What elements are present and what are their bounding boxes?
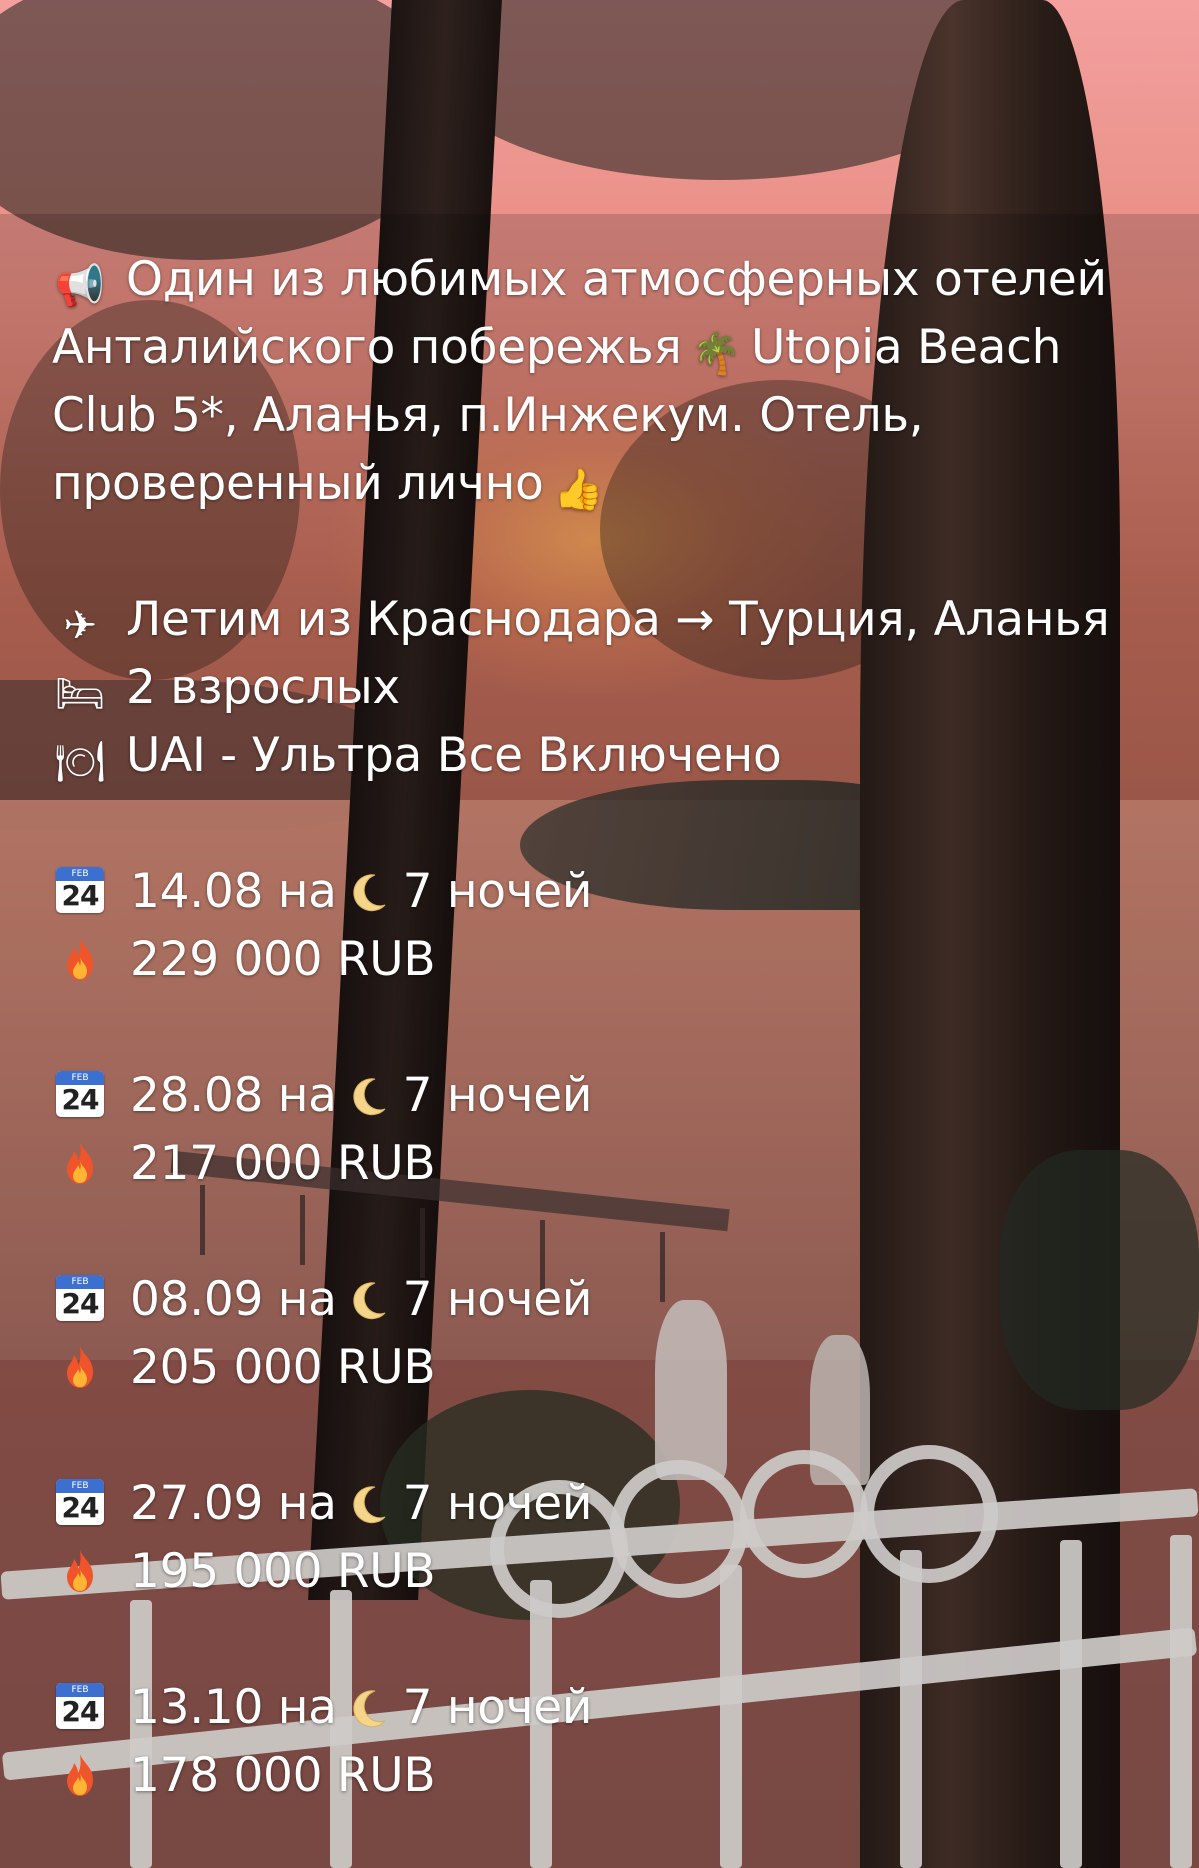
post-caption: 📢 Один из любимых атмосферных отелей Анта… bbox=[52, 246, 1162, 1810]
detail-text: 2 взрослых bbox=[126, 660, 400, 715]
fire-icon bbox=[67, 1550, 93, 1592]
offer-date-line: FEB 24 13.10 на 7 ночей bbox=[52, 1674, 1162, 1742]
offer-price-line: 178 000 RUB bbox=[52, 1742, 1162, 1810]
offer-item: FEB 24 08.09 на 7 ночей 205 000 RUB bbox=[52, 1198, 1162, 1402]
calendar-day: 24 bbox=[61, 1287, 100, 1320]
offer-date: 08.09 на bbox=[130, 1272, 337, 1327]
airplane-icon: ✈ bbox=[63, 603, 97, 649]
calendar-icon: FEB 24 bbox=[56, 1479, 104, 1525]
offer-price: 178 000 RUB bbox=[130, 1748, 436, 1803]
detail-flight: ✈ Летим из Краснодара → Турция, Аланья bbox=[52, 586, 1162, 654]
intro-text: проверенный лично bbox=[52, 456, 544, 511]
crescent-moon-icon bbox=[352, 1690, 385, 1728]
offer-nights: 7 ночей bbox=[402, 1272, 593, 1327]
offer-price: 229 000 RUB bbox=[130, 932, 436, 987]
bed-icon: 🛏 bbox=[54, 671, 106, 717]
detail-meal: 🍽 UAI - Ультра Все Включено bbox=[52, 722, 1162, 790]
palm-tree-icon: 🌴 bbox=[691, 331, 741, 377]
offer-price-line: 229 000 RUB bbox=[52, 926, 1162, 994]
offer-date-line: FEB 24 14.08 на 7 ночей bbox=[52, 858, 1162, 926]
calendar-icon: FEB 24 bbox=[56, 867, 104, 913]
detail-text: UAI - Ультра Все Включено bbox=[126, 728, 782, 783]
offer-date-line: FEB 24 27.09 на 7 ночей bbox=[52, 1470, 1162, 1538]
offer-date-line: FEB 24 08.09 на 7 ночей bbox=[52, 1266, 1162, 1334]
offer-price-line: 217 000 RUB bbox=[52, 1130, 1162, 1198]
offers-list: FEB 24 14.08 на 7 ночей 229 000 RUB FEB 24 28… bbox=[52, 790, 1162, 1810]
fire-icon bbox=[67, 938, 93, 980]
detail-guests: 🛏 2 взрослых bbox=[52, 654, 1162, 722]
megaphone-icon: 📢 bbox=[55, 263, 105, 309]
intro-line: проверенный лично 👍 bbox=[52, 450, 1162, 518]
offer-item: FEB 24 13.10 на 7 ночей 178 000 RUB bbox=[52, 1606, 1162, 1810]
intro-line: Club 5*, Аланья, п.Инжекум. Отель, bbox=[52, 382, 1162, 450]
offer-price-line: 195 000 RUB bbox=[52, 1538, 1162, 1606]
intro-paragraph: 📢 Один из любимых атмосферных отелей Анта… bbox=[52, 246, 1162, 518]
crescent-moon-icon bbox=[352, 1282, 385, 1320]
intro-text: Club 5*, Аланья, п.Инжекум. Отель, bbox=[52, 388, 924, 443]
calendar-day: 24 bbox=[61, 879, 100, 912]
offer-price: 205 000 RUB bbox=[130, 1340, 436, 1395]
thumbs-up-icon: 👍 bbox=[553, 467, 603, 513]
crescent-moon-icon bbox=[352, 874, 385, 912]
intro-line: 📢 Один из любимых атмосферных отелей bbox=[52, 246, 1162, 314]
calendar-icon: FEB 24 bbox=[56, 1071, 104, 1117]
calendar-icon: FEB 24 bbox=[56, 1275, 104, 1321]
calendar-icon: FEB 24 bbox=[56, 1683, 104, 1729]
offer-nights: 7 ночей bbox=[402, 1476, 593, 1531]
calendar-day: 24 bbox=[61, 1695, 100, 1728]
offer-price: 195 000 RUB bbox=[130, 1544, 436, 1599]
offer-item: FEB 24 27.09 на 7 ночей 195 000 RUB bbox=[52, 1402, 1162, 1606]
offer-nights: 7 ночей bbox=[402, 864, 593, 919]
hotel-name: Utopia Beach bbox=[750, 320, 1062, 375]
intro-text: Анталийского побережья bbox=[52, 320, 682, 375]
crescent-moon-icon bbox=[352, 1078, 385, 1116]
offer-nights: 7 ночей bbox=[402, 1680, 593, 1735]
offer-nights: 7 ночей bbox=[402, 1068, 593, 1123]
calendar-day: 24 bbox=[61, 1491, 100, 1524]
crescent-moon-icon bbox=[352, 1486, 385, 1524]
offer-date: 27.09 на bbox=[130, 1476, 337, 1531]
fire-icon bbox=[67, 1346, 93, 1388]
offer-date: 13.10 на bbox=[130, 1680, 337, 1735]
calendar-day: 24 bbox=[61, 1083, 100, 1116]
offer-price: 217 000 RUB bbox=[130, 1136, 436, 1191]
offer-date: 28.08 на bbox=[130, 1068, 337, 1123]
offer-item: FEB 24 14.08 на 7 ночей 229 000 RUB bbox=[52, 790, 1162, 994]
intro-text: Один из любимых атмосферных отелей bbox=[126, 252, 1107, 307]
offer-date-line: FEB 24 28.08 на 7 ночей bbox=[52, 1062, 1162, 1130]
offer-item: FEB 24 28.08 на 7 ночей 217 000 RUB bbox=[52, 994, 1162, 1198]
plate-cutlery-icon: 🍽 bbox=[54, 739, 106, 785]
intro-line: Анталийского побережья 🌴 Utopia Beach bbox=[52, 314, 1162, 382]
fire-icon bbox=[67, 1754, 93, 1796]
fire-icon bbox=[67, 1142, 93, 1184]
offer-price-line: 205 000 RUB bbox=[52, 1334, 1162, 1402]
offer-date: 14.08 на bbox=[130, 864, 337, 919]
detail-text: Летим из Краснодара → Турция, Аланья bbox=[126, 592, 1110, 647]
